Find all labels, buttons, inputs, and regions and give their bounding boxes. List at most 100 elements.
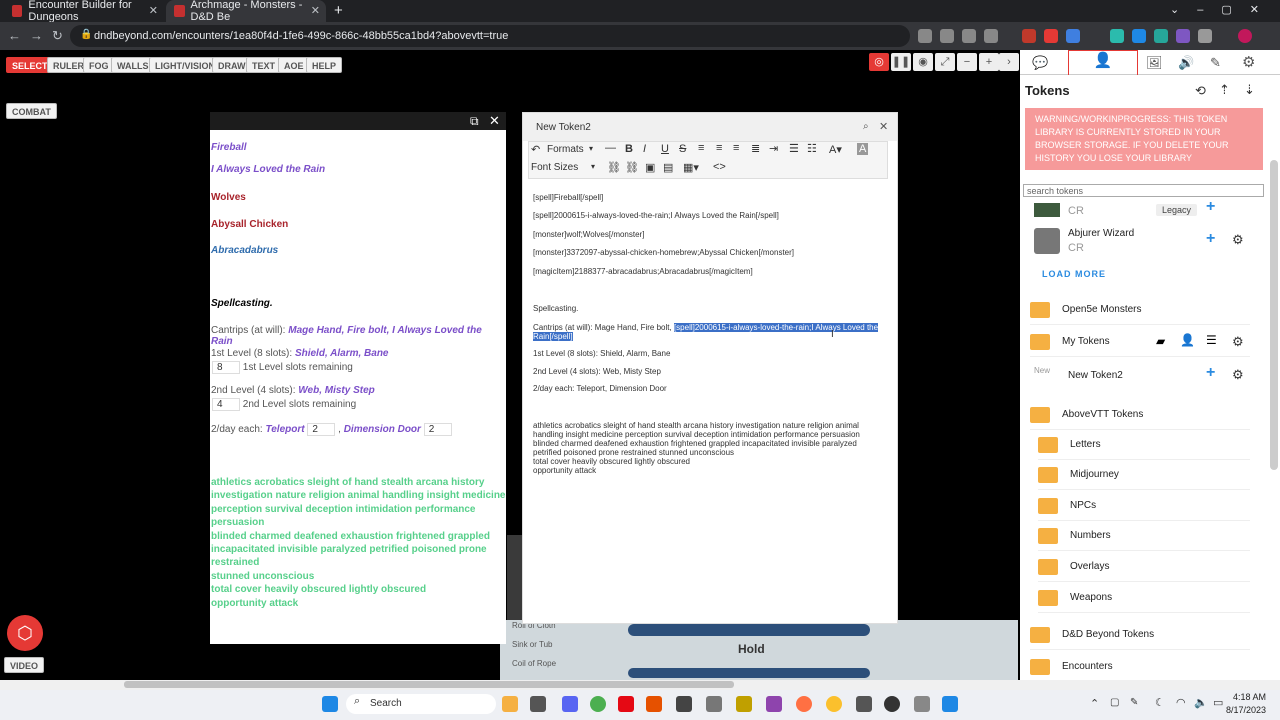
media-icon[interactable]: ▤ <box>663 161 673 174</box>
editor-paragraph[interactable]: athletics acrobatics sleight of hand ste… <box>533 421 860 475</box>
add-person-icon[interactable]: 👤 <box>1180 333 1195 347</box>
light-vision-tool-button[interactable]: LIGHT/VISION <box>149 57 222 73</box>
record-icon[interactable]: ◎ <box>869 53 889 71</box>
align-right-icon[interactable]: ≡ <box>733 142 739 154</box>
zoom-icon[interactable] <box>940 29 954 43</box>
tab-encounter-builder[interactable]: Encounter Builder for Dungeons ✕ <box>4 0 164 23</box>
tray-chevron-icon[interactable]: ⌃ <box>1090 697 1099 710</box>
help-button[interactable]: HELP <box>306 57 343 73</box>
folder-letters[interactable]: Letters <box>1038 430 1250 460</box>
spell-link[interactable]: I Always Loved the Rain <box>211 164 325 175</box>
tokens-tab-icon[interactable]: 👤 <box>1068 50 1138 75</box>
folder-dndbeyond[interactable]: D&D Beyond Tokens <box>1030 620 1250 650</box>
folder-npcs[interactable]: NPCs <box>1038 491 1250 521</box>
bullet-list-icon[interactable]: ☰ <box>789 142 799 155</box>
folder-abovevtt[interactable]: AboveVTT Tokens <box>1030 400 1250 430</box>
fit-icon[interactable]: ⤢ <box>935 53 955 71</box>
image-icon[interactable]: ▣ <box>645 161 655 174</box>
editor-line[interactable]: 1st Level (8 slots): Shield, Alarm, Bane <box>533 349 670 358</box>
monster-link[interactable]: Abysall Chicken <box>211 219 288 230</box>
zoom-out-icon[interactable]: − <box>957 53 977 71</box>
add-icon[interactable]: + <box>1206 364 1215 382</box>
start-icon[interactable] <box>322 696 338 712</box>
add-icon[interactable]: + <box>1206 230 1215 248</box>
expand-icon[interactable]: ⇡ <box>1219 82 1230 98</box>
app-icon[interactable] <box>646 696 662 712</box>
app-icon[interactable] <box>914 696 930 712</box>
new-folder-icon[interactable]: ▰ <box>1156 334 1165 348</box>
extension-icon[interactable] <box>1132 29 1146 43</box>
combat-button[interactable]: COMBAT <box>6 103 57 119</box>
netflix-icon[interactable] <box>618 696 634 712</box>
editor-line[interactable]: [magicItem]2188377-abracadabrus;Abracada… <box>533 267 753 276</box>
app-icon[interactable] <box>942 696 958 712</box>
volume-icon[interactable]: 🔈 <box>1194 696 1208 709</box>
app-icon[interactable] <box>766 696 782 712</box>
editor-line[interactable]: [monster]3372097-abyssal-chicken-homebre… <box>533 248 794 257</box>
sound-icon[interactable]: 🔊 <box>1178 55 1194 71</box>
walls-tool-button[interactable]: WALLS <box>111 57 155 73</box>
tray-icon[interactable]: ✎ <box>1130 697 1138 708</box>
discord-icon[interactable] <box>562 696 578 712</box>
justify-icon[interactable]: ≣ <box>751 142 760 155</box>
collapse-icon[interactable]: ⇣ <box>1244 82 1255 98</box>
magic-item-link[interactable]: Abracadabrus <box>211 245 278 256</box>
indent-icon[interactable]: ⇥ <box>769 142 778 155</box>
folder-weapons[interactable]: Weapons <box>1038 583 1250 613</box>
uses-input[interactable]: 2 <box>307 423 336 436</box>
unlink-icon[interactable]: ⛓ <box>625 161 639 174</box>
token-name[interactable]: New Token2 <box>1068 370 1123 381</box>
extension-icon[interactable] <box>1022 29 1036 43</box>
token-name[interactable]: Abjurer Wizard <box>1068 228 1134 239</box>
video-button[interactable]: VIDEO <box>4 657 45 673</box>
hr-icon[interactable]: — <box>605 142 616 154</box>
popout-icon[interactable]: ⧉ <box>470 114 479 129</box>
search-icon[interactable]: ⌕ <box>863 121 869 132</box>
editor-line[interactable]: Rain[/spell] <box>533 332 573 341</box>
dice-icon[interactable]: ⬡ <box>7 615 43 651</box>
reload-icon[interactable]: ↻ <box>52 28 63 44</box>
scroll-thumb[interactable] <box>124 681 734 688</box>
align-center-icon[interactable]: ≡ <box>716 142 722 154</box>
editor-line[interactable]: Spellcasting. <box>533 304 578 313</box>
address-bar[interactable]: dndbeyond.com/encounters/1ea80f4d-1fe6-4… <box>70 25 910 47</box>
avatar[interactable] <box>1238 29 1252 43</box>
text-tool-button[interactable]: TEXT <box>246 57 282 73</box>
file-explorer-icon[interactable] <box>502 696 518 712</box>
app-icon[interactable] <box>706 696 722 712</box>
load-more-button[interactable]: LOAD MORE <box>1042 269 1106 279</box>
folder-overlays[interactable]: Overlays <box>1038 552 1250 582</box>
close-icon[interactable]: ✕ <box>879 120 888 133</box>
app-icon[interactable] <box>826 696 842 712</box>
chevron-down-icon[interactable]: ▾ <box>591 162 595 171</box>
text-color-icon[interactable]: A▾ <box>829 143 842 156</box>
new-tab-button[interactable]: + <box>334 2 343 19</box>
formats-dropdown[interactable]: Formats <box>547 144 584 155</box>
editor-line[interactable]: 2nd Level (4 slots): Web, Misty Step <box>533 367 661 376</box>
app-icon[interactable] <box>736 696 752 712</box>
wifi-icon[interactable]: ◠ <box>1176 696 1186 709</box>
extension-icon[interactable] <box>918 29 932 43</box>
slot-input[interactable]: 4 <box>212 398 240 411</box>
editor-line[interactable]: 2/day each: Teleport, Dimension Door <box>533 384 667 393</box>
app-icon[interactable] <box>530 696 546 712</box>
folder-open5e[interactable]: Open5e Monsters <box>1030 295 1250 325</box>
settings-icon[interactable]: ⚙ <box>1242 53 1255 71</box>
fog-tool-button[interactable]: FOG <box>83 57 115 73</box>
folder-encounters[interactable]: Encounters <box>1030 652 1250 682</box>
collapse-icon[interactable]: › <box>999 53 1019 71</box>
italic-icon[interactable]: I <box>643 143 646 155</box>
journal-icon[interactable]: ✎ <box>1210 55 1221 71</box>
app-icon[interactable] <box>856 696 872 712</box>
numbered-list-icon[interactable]: ☷ <box>807 142 817 155</box>
editor-line[interactable]: [monster]wolf;Wolves[/monster] <box>533 230 644 239</box>
chat-icon[interactable]: 💬 <box>1032 55 1048 71</box>
list-icon[interactable]: ☰ <box>1206 333 1217 347</box>
pause-icon[interactable]: ❚❚ <box>891 53 911 71</box>
gear-icon[interactable]: ⚙ <box>1232 232 1244 248</box>
extension-icon[interactable] <box>1044 29 1058 43</box>
folder-midjourney[interactable]: Midjourney <box>1038 460 1250 490</box>
folder-numbers[interactable]: Numbers <box>1038 521 1250 551</box>
editor-line[interactable]: [spell]2000615-i-always-loved-the-rain;I… <box>533 211 779 220</box>
link-icon[interactable]: ⛓ <box>607 161 621 174</box>
